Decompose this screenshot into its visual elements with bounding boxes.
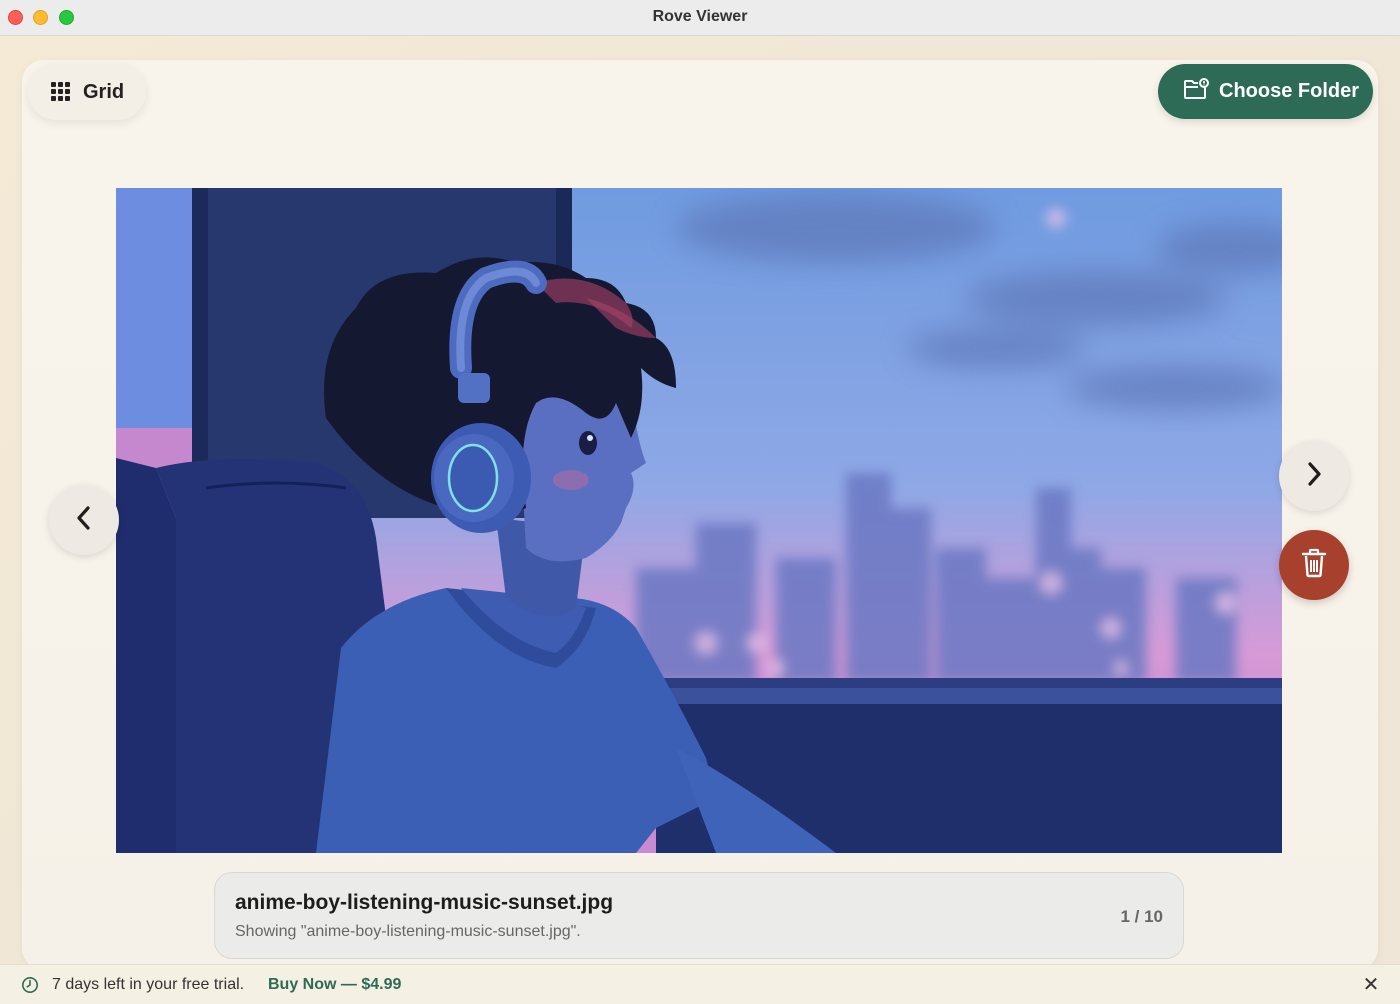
image-info-card: anime-boy-listening-music-sunset.jpg Sho… <box>214 872 1184 959</box>
folder-badge-icon <box>1183 78 1209 105</box>
buy-now-link[interactable]: Buy Now — $4.99 <box>268 976 401 994</box>
image-counter: 1 / 10 <box>1120 907 1163 926</box>
grid-button-label: Grid <box>83 80 125 103</box>
delete-image-button[interactable] <box>1279 530 1349 600</box>
choose-folder-label: Choose Folder <box>1219 80 1360 102</box>
grid-icon <box>51 82 71 102</box>
image-filename: anime-boy-listening-music-sunset.jpg <box>235 891 614 914</box>
window-title: Rove Viewer <box>652 8 748 25</box>
trial-message: 7 days left in your free trial. <box>52 976 245 993</box>
chevron-left-icon <box>74 505 94 536</box>
image-status-text: Showing "anime-boy-listening-music-sunse… <box>235 923 581 940</box>
app-window: Rove Viewer Grid Choose Folder anime-boy… <box>0 0 1400 1004</box>
chevron-right-icon <box>1304 461 1324 492</box>
previous-image-button[interactable] <box>49 485 119 555</box>
photo-display[interactable] <box>116 188 1282 853</box>
next-image-button[interactable] <box>1279 441 1349 511</box>
trial-banner: 7 days left in your free trial. Buy Now … <box>0 964 1400 1004</box>
trash-icon <box>1301 548 1327 583</box>
choose-folder-button[interactable]: Choose Folder <box>1158 64 1373 119</box>
close-icon[interactable]: ✕ <box>1362 975 1380 995</box>
title-bar: Rove Viewer <box>0 0 1400 36</box>
clock-icon <box>21 976 39 999</box>
grid-button[interactable]: Grid <box>28 64 146 120</box>
